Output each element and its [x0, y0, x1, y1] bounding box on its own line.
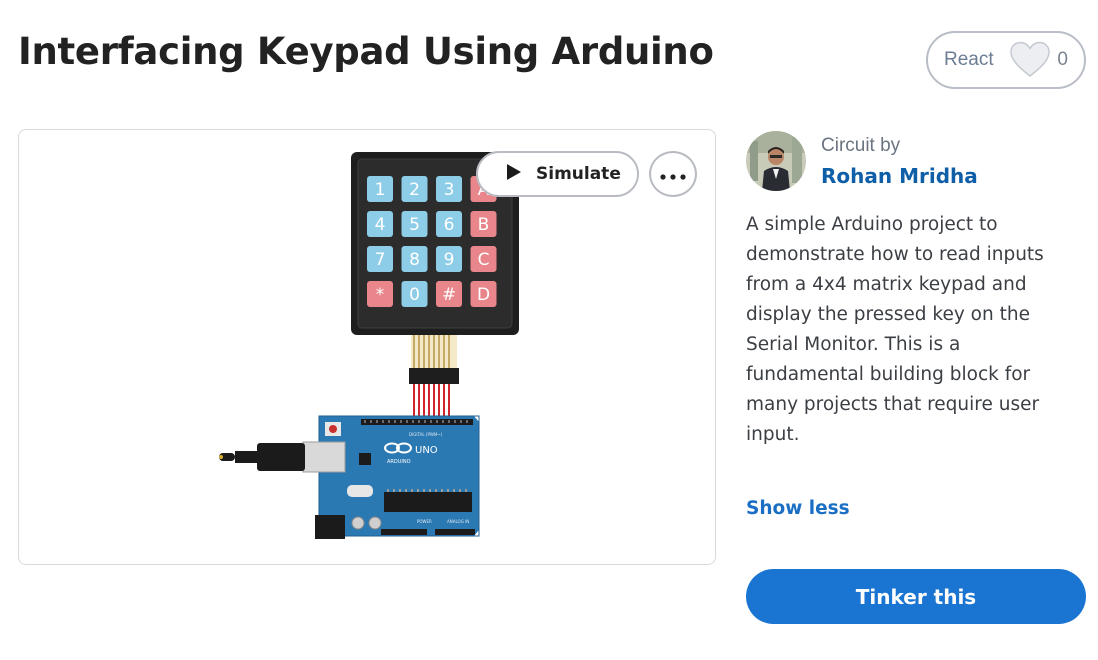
circuit-preview[interactable]: 123A456B789C*0#D: [18, 129, 716, 565]
keypad-key-label: 7: [375, 250, 386, 270]
keypad-key-label: B: [478, 215, 490, 235]
keypad-key-label: 8: [409, 250, 420, 270]
play-icon: [506, 163, 522, 185]
project-description: A simple Arduino project to demonstrate …: [746, 214, 1044, 445]
keypad-key-label: 3: [444, 180, 455, 200]
avatar[interactable]: [746, 131, 806, 191]
wires: [413, 384, 450, 418]
more-horizontal-icon: [660, 165, 686, 184]
keypad-key-label: C: [478, 250, 490, 270]
circuit-by-label: Circuit by: [821, 134, 901, 156]
simulate-label: Simulate: [536, 164, 621, 184]
react-label: React: [944, 49, 994, 70]
simulate-button[interactable]: Simulate: [476, 151, 639, 197]
keypad-key-label: 9: [444, 250, 455, 270]
show-less-link[interactable]: Show less: [746, 498, 850, 519]
page-title: Interfacing Keypad Using Arduino: [18, 30, 714, 73]
tinker-this-button[interactable]: Tinker this: [746, 569, 1086, 624]
svg-text:DIGITAL (PWM~): DIGITAL (PWM~): [409, 432, 443, 437]
board-label: UNO: [415, 445, 438, 456]
svg-text:ARDUINO: ARDUINO: [387, 459, 411, 465]
svg-text:POWER: POWER: [417, 519, 432, 524]
usb-cable: [219, 441, 346, 473]
keypad-key-label: 4: [375, 215, 386, 235]
arduino-board: ARDUINO UNO DIGITAL (PWM~) POWER ANALOG …: [315, 415, 480, 539]
heart-icon: [1008, 40, 1052, 80]
keypad-key-label: *: [376, 285, 385, 305]
keypad-key-label: 0: [409, 285, 420, 305]
keypad-key-label: D: [477, 285, 490, 305]
keypad-key-label: 5: [409, 215, 420, 235]
author-name-link[interactable]: Rohan Mridha: [821, 164, 978, 188]
author-block: Circuit by Rohan Mridha: [746, 130, 978, 192]
keypad-key-label: 2: [409, 180, 420, 200]
keypad-key-label: 1: [375, 180, 386, 200]
keypad-key-label: #: [442, 285, 456, 305]
svg-text:ANALOG IN: ANALOG IN: [447, 519, 469, 524]
react-count: 0: [1057, 49, 1068, 70]
react-button[interactable]: React 0: [926, 31, 1086, 89]
keypad-key-label: 6: [444, 215, 455, 235]
more-options-button[interactable]: [649, 151, 697, 197]
